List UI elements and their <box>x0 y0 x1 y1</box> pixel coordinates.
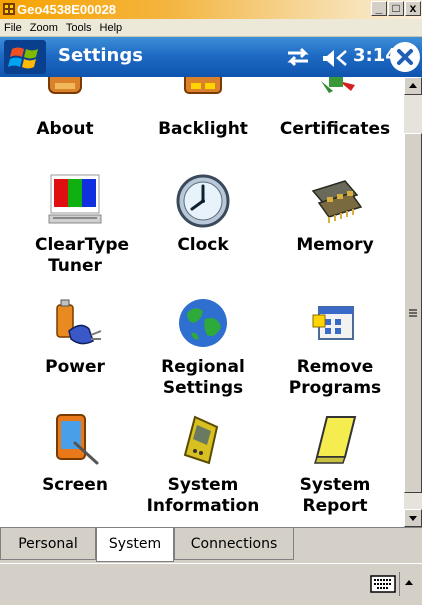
clock-icon <box>176 174 230 228</box>
start-button[interactable] <box>4 40 46 74</box>
cleartype-icon <box>48 174 102 224</box>
applet-screen[interactable]: Screen <box>10 413 140 523</box>
scroll-down-button[interactable] <box>404 509 422 527</box>
nav-title: Settings <box>58 45 143 66</box>
grip-icon <box>409 309 417 317</box>
applet-label: Regional Settings <box>138 357 268 399</box>
window-title-bar: Geo4538E00028 _ □ x <box>0 0 422 19</box>
scroll-up-button[interactable] <box>404 77 422 95</box>
notepad-icon <box>313 416 357 464</box>
scroll-track[interactable] <box>404 95 422 509</box>
arrow-up-icon <box>409 83 417 88</box>
window-buttons: _ □ x <box>370 1 421 16</box>
separator <box>399 572 400 596</box>
applet-label: Power <box>45 357 105 377</box>
screen-icon <box>56 414 99 465</box>
applet-label: Certificates <box>279 119 391 139</box>
globe-icon <box>179 299 227 347</box>
tab-connections[interactable]: Connections <box>174 528 294 560</box>
menu-zoom[interactable]: Zoom <box>30 22 58 34</box>
minimize-button[interactable]: _ <box>371 1 387 16</box>
applet-label: System Report <box>270 475 400 517</box>
keyboard-icon[interactable] <box>370 575 396 593</box>
close-icon <box>397 49 413 65</box>
certificates-icon <box>321 77 355 93</box>
applet-label: System Information <box>138 475 268 517</box>
applet-label: Backlight <box>158 119 248 139</box>
close-window-button[interactable]: x <box>405 1 421 16</box>
applet-label-text: System Report <box>299 475 371 516</box>
applet-system-information[interactable]: System Information <box>138 413 268 523</box>
scroll-thumb[interactable] <box>404 133 422 493</box>
volume-muted-icon[interactable] <box>322 47 350 69</box>
maximize-button[interactable]: □ <box>388 1 404 16</box>
applet-label: Clock <box>177 235 229 255</box>
bottom-bar <box>0 563 422 605</box>
vertical-scrollbar[interactable] <box>404 77 422 527</box>
applet-label-text: ClearType Tuner <box>35 235 130 276</box>
applet-label-text: Remove Programs <box>288 357 382 398</box>
about-icon <box>48 77 82 94</box>
applet-system-report[interactable]: System Report <box>270 413 400 523</box>
tab-system[interactable]: System <box>96 528 174 562</box>
connectivity-icon[interactable] <box>285 47 311 67</box>
close-button[interactable] <box>390 42 420 72</box>
applet-label: Memory <box>296 235 374 255</box>
tab-personal[interactable]: Personal <box>0 528 96 560</box>
settings-applet-grid: About Backlight Certificates ClearType T… <box>0 77 404 527</box>
applet-remove-programs[interactable]: Remove Programs <box>270 295 400 405</box>
power-icon <box>56 299 102 345</box>
applet-label: Remove Programs <box>270 357 400 399</box>
menu-help[interactable]: Help <box>100 22 123 34</box>
window-title: Geo4538E00028 <box>17 2 117 17</box>
applet-clock[interactable]: Clock <box>138 173 268 283</box>
windows-flag-icon <box>8 47 38 69</box>
menu-tools[interactable]: Tools <box>66 22 92 34</box>
memory-icon <box>311 180 363 223</box>
arrow-down-icon <box>409 516 417 521</box>
applet-label: Screen <box>42 475 108 495</box>
app-icon <box>3 3 15 15</box>
applet-label-text: System Information <box>146 475 260 516</box>
applet-backlight[interactable]: Backlight <box>138 77 268 157</box>
applet-label: ClearType Tuner <box>10 235 140 277</box>
nav-bar: Settings 3:14 <box>0 37 422 77</box>
backlight-icon <box>184 77 222 94</box>
applet-label-text: Regional Settings <box>161 357 245 398</box>
menu-bar: File Zoom Tools Help <box>0 19 422 37</box>
device-icon <box>183 415 219 465</box>
applet-power[interactable]: Power <box>10 295 140 405</box>
applet-cleartype-tuner[interactable]: ClearType Tuner <box>10 173 140 283</box>
applet-about[interactable]: About <box>0 77 130 157</box>
remove-programs-icon <box>312 306 354 340</box>
applet-certificates[interactable]: Certificates <box>270 77 400 157</box>
menu-file[interactable]: File <box>4 22 22 34</box>
applet-regional-settings[interactable]: Regional Settings <box>138 295 268 405</box>
applet-label: About <box>36 119 94 139</box>
sip-arrow-up-icon[interactable] <box>402 576 416 590</box>
tab-strip: Personal System Connections <box>0 527 422 564</box>
applet-memory[interactable]: Memory <box>270 173 400 283</box>
